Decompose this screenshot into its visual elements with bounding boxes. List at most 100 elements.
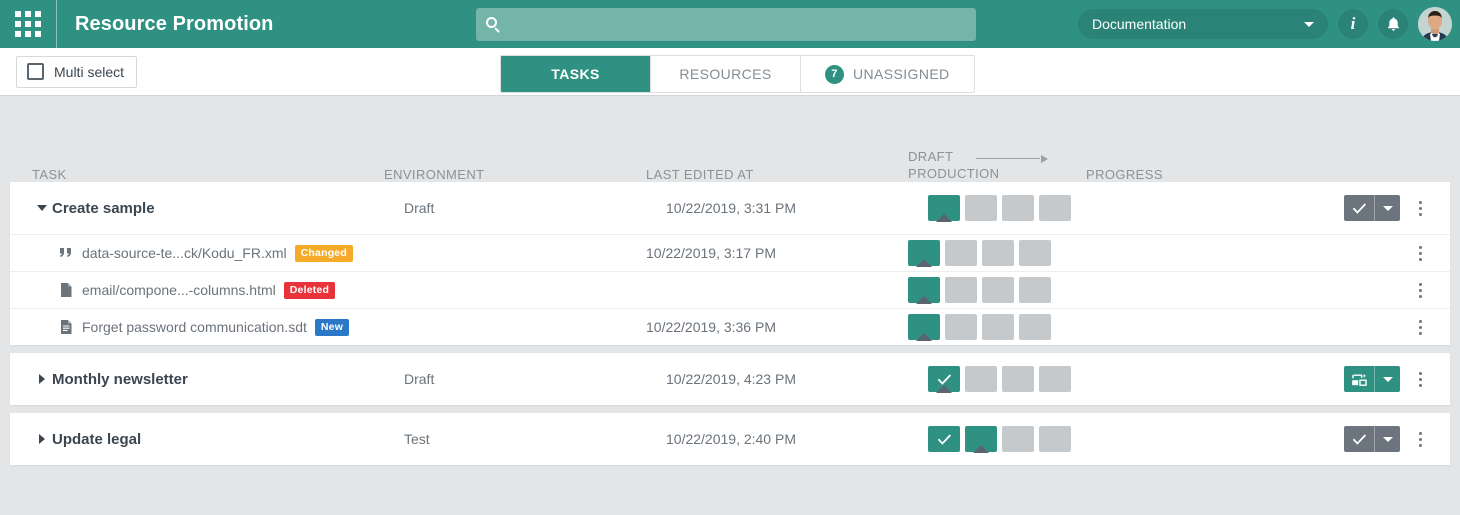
stage-box-2[interactable] [945, 314, 977, 340]
column-header-progress: PROGRESS [1086, 167, 1163, 182]
check-icon [1352, 202, 1366, 214]
row-menu-button[interactable] [1412, 240, 1428, 266]
search-box[interactable] [476, 8, 976, 41]
table-row[interactable]: Monthly newsletter Draft 10/22/2019, 4:2… [10, 353, 1450, 405]
stage-box-2[interactable] [965, 426, 997, 453]
chevron-down-icon [1382, 205, 1393, 211]
tab-resources-label: RESOURCES [679, 66, 772, 82]
multi-select-checkbox[interactable] [27, 63, 44, 80]
task-cell: Monthly newsletter [52, 371, 404, 388]
environment-cell: Draft [404, 371, 435, 387]
avatar[interactable] [1418, 7, 1452, 41]
stage-cell [928, 366, 1106, 393]
table-row[interactable]: Create sample Draft 10/22/2019, 3:31 PM [10, 182, 1450, 234]
file-icon [61, 283, 72, 297]
table-row[interactable]: email/compone...-columns.html Deleted [10, 271, 1450, 308]
stage-box-2[interactable] [945, 277, 977, 303]
row-actions [1344, 426, 1428, 452]
deploy-split-button [1344, 366, 1400, 392]
task-cell: data-source-te...ck/Kodu_FR.xml Changed [32, 244, 384, 262]
main-content: TASK ENVIRONMENT LAST EDITED AT DRAFT PR… [0, 96, 1460, 515]
task-name: Create sample [52, 199, 155, 217]
row-menu-button[interactable] [1412, 314, 1428, 340]
row-menu-button[interactable] [1412, 277, 1428, 303]
stage-box-4[interactable] [1019, 314, 1051, 340]
stage-box-2[interactable] [945, 240, 977, 266]
search-input[interactable] [510, 16, 950, 33]
approve-dropdown-button[interactable] [1374, 195, 1400, 221]
bell-icon [1387, 17, 1399, 31]
deploy-button[interactable] [1344, 366, 1374, 392]
environment-select[interactable]: Documentation [1078, 9, 1328, 39]
task-group: Monthly newsletter Draft 10/22/2019, 4:2… [10, 353, 1450, 405]
stage-cell [908, 240, 1086, 267]
document-lines-icon [61, 320, 72, 334]
table-row[interactable]: Update legal Test 10/22/2019, 2:40 PM [10, 413, 1450, 465]
stage-box-2[interactable] [965, 195, 997, 221]
approve-button[interactable] [1344, 195, 1374, 221]
approve-button[interactable] [1344, 426, 1374, 452]
stage-box-1[interactable] [928, 426, 960, 452]
column-header-last-edited: LAST EDITED AT [646, 167, 754, 182]
row-menu-button[interactable] [1412, 366, 1428, 392]
stage-cell [908, 314, 1086, 341]
task-name: Monthly newsletter [52, 370, 188, 388]
info-button[interactable]: i [1338, 9, 1368, 39]
stage-to-label: PRODUCTION [908, 166, 1000, 181]
stage-box-3[interactable] [982, 240, 1014, 266]
deploy-dropdown-button[interactable] [1374, 366, 1400, 392]
last-edited-cell: 10/22/2019, 4:23 PM [666, 371, 796, 387]
last-edited-cell: 10/22/2019, 3:31 PM [666, 200, 796, 216]
triangle-right-icon[interactable] [32, 374, 52, 384]
tab-unassigned-label: UNASSIGNED [853, 66, 950, 82]
row-menu-button[interactable] [1412, 195, 1428, 221]
info-icon: i [1350, 14, 1356, 33]
notifications-button[interactable] [1378, 9, 1408, 39]
task-name: Update legal [52, 430, 142, 448]
arrow-right-icon [976, 155, 1048, 163]
check-icon [1352, 433, 1366, 445]
stage-box-4[interactable] [1039, 426, 1071, 452]
environment-cell: Draft [404, 200, 435, 216]
header-actions: Documentation i [1078, 0, 1452, 48]
stage-box-3[interactable] [1002, 195, 1034, 221]
task-cell: Forget password communication.sdt New [32, 318, 384, 336]
table-row[interactable]: Forget password communication.sdt New 10… [10, 308, 1450, 345]
stage-box-4[interactable] [1019, 277, 1051, 303]
task-name: email/compone...-columns.html [82, 282, 276, 298]
row-actions [1412, 277, 1428, 303]
row-actions [1412, 314, 1428, 340]
stage-box-4[interactable] [1039, 366, 1071, 392]
status-badge: New [314, 318, 350, 336]
app-header: Resource Promotion Documentation i [0, 0, 1460, 48]
triangle-right-icon[interactable] [32, 434, 52, 444]
stage-box-1[interactable] [928, 366, 960, 393]
approve-dropdown-button[interactable] [1374, 426, 1400, 452]
stage-box-3[interactable] [982, 314, 1014, 340]
stage-box-1[interactable] [908, 240, 940, 267]
stage-box-1[interactable] [908, 277, 940, 304]
stage-box-1[interactable] [908, 314, 940, 341]
tab-unassigned[interactable]: 7 UNASSIGNED [801, 56, 974, 92]
tab-tasks-label: TASKS [551, 66, 600, 82]
tab-resources[interactable]: RESOURCES [651, 56, 801, 92]
stage-cell [928, 426, 1106, 453]
stage-box-3[interactable] [1002, 366, 1034, 392]
tasks-table: TASK ENVIRONMENT LAST EDITED AT DRAFT PR… [10, 136, 1450, 465]
multi-select-toggle[interactable]: Multi select [16, 55, 138, 88]
task-group: Create sample Draft 10/22/2019, 3:31 PM [10, 182, 1450, 345]
stage-box-3[interactable] [1002, 426, 1034, 452]
status-badge: Deleted [283, 281, 336, 299]
app-launcher-button[interactable] [0, 0, 56, 48]
stage-box-1[interactable] [928, 195, 960, 222]
deploy-icon [1351, 373, 1367, 386]
stage-box-3[interactable] [982, 277, 1014, 303]
table-row[interactable]: data-source-te...ck/Kodu_FR.xml Changed … [10, 234, 1450, 271]
stage-box-2[interactable] [965, 366, 997, 392]
stage-box-4[interactable] [1019, 240, 1051, 266]
row-menu-button[interactable] [1412, 426, 1428, 452]
tab-tasks[interactable]: TASKS [501, 56, 651, 92]
triangle-down-icon[interactable] [32, 205, 52, 211]
stage-box-4[interactable] [1039, 195, 1071, 221]
column-header-stage: DRAFT PRODUCTION [908, 148, 1086, 182]
